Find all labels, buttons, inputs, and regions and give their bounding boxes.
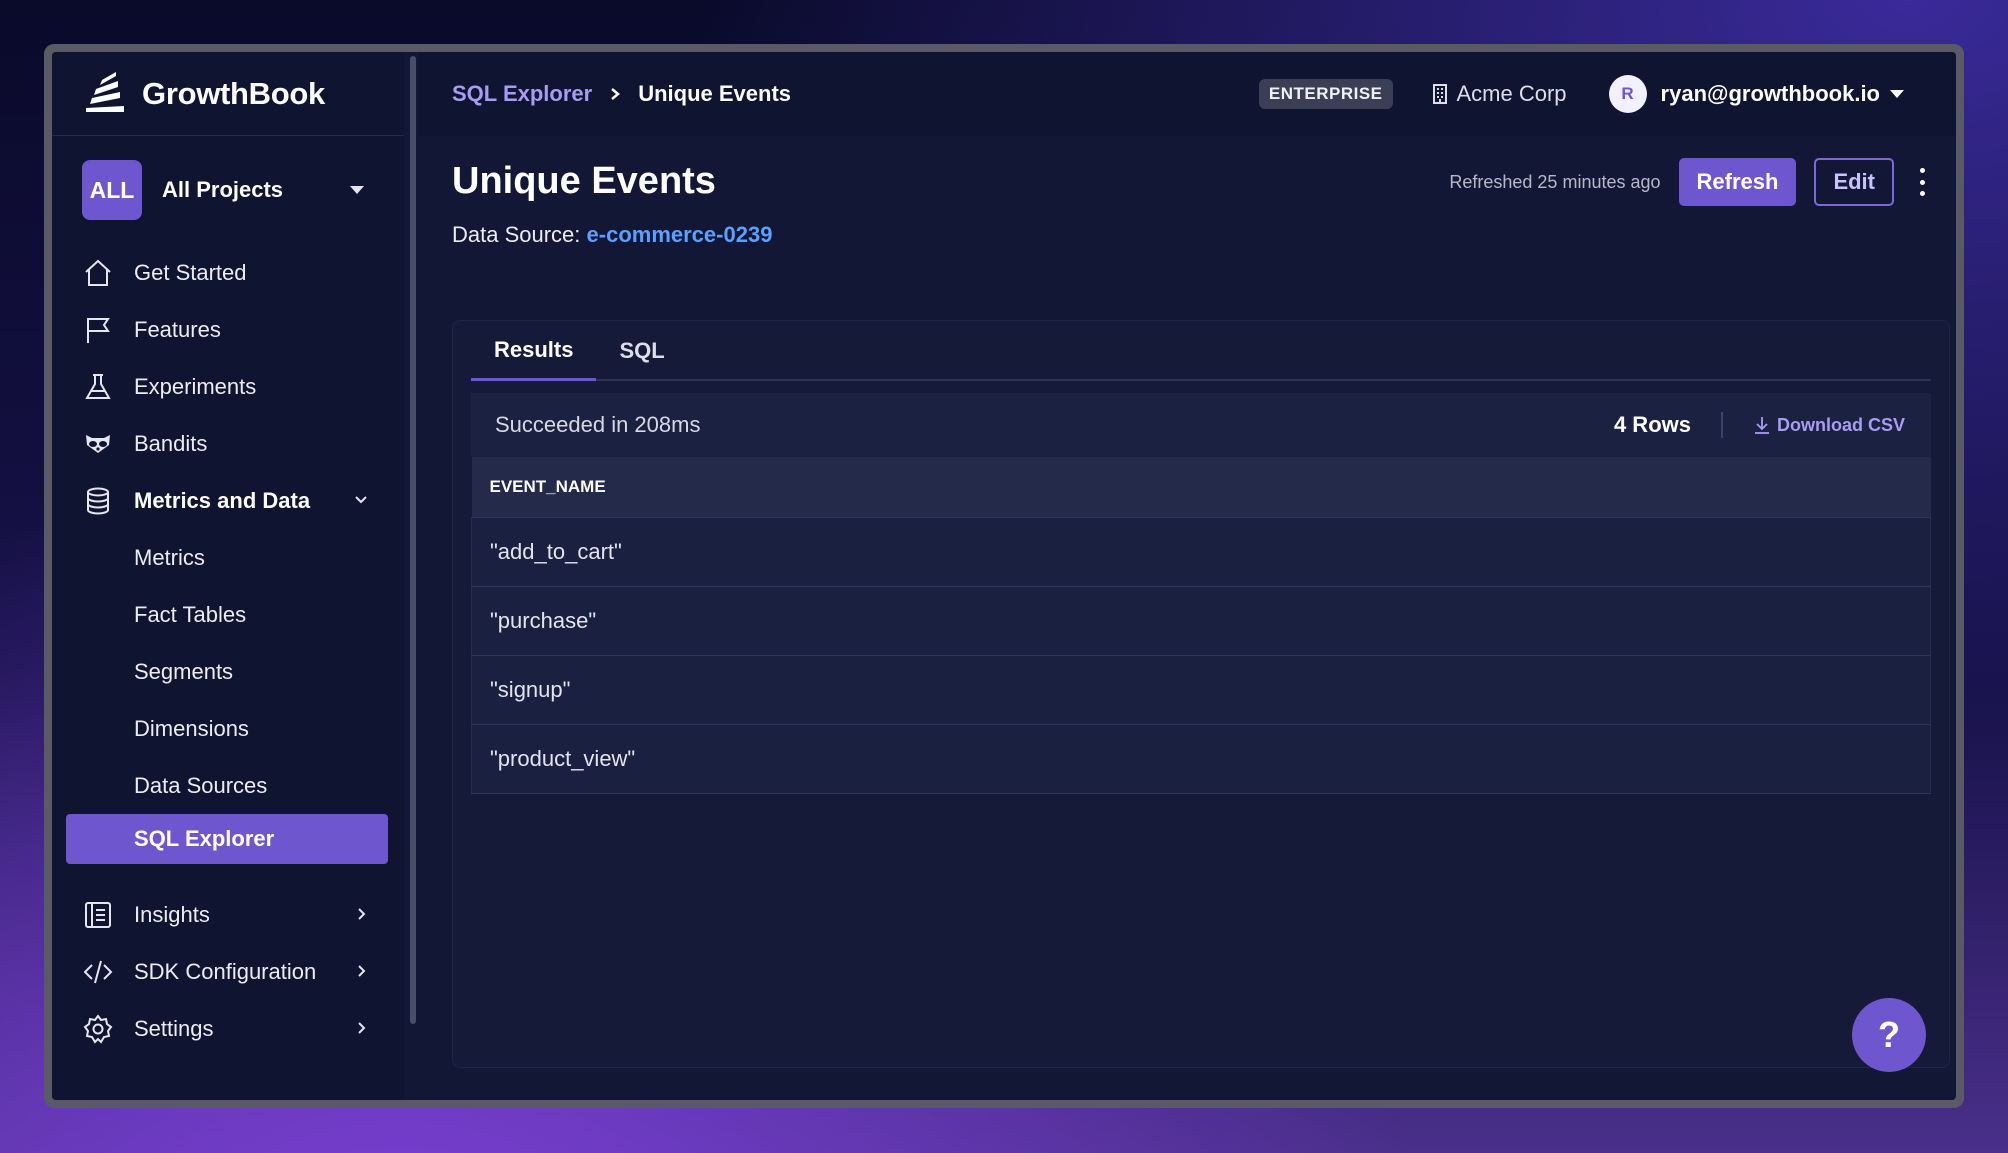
sidebar-item-settings[interactable]: Settings xyxy=(52,1000,404,1057)
sidebar-item-label: Get Started xyxy=(134,259,247,285)
flag-icon xyxy=(82,314,114,346)
chevron-right-icon xyxy=(358,965,366,977)
help-button[interactable]: ? xyxy=(1852,998,1926,1072)
data-source-line: Data Source: e-commerce-0239 xyxy=(452,222,772,248)
table-row: "product_view" xyxy=(471,724,1931,794)
app-window: GrowthBook ALL All Projects Get Started xyxy=(52,52,1956,1100)
results-header-right: 4 Rows Download CSV xyxy=(1614,393,1905,457)
sidebar-subitem-dimensions[interactable]: Dimensions xyxy=(52,700,404,757)
chevron-right-icon xyxy=(358,1022,366,1034)
divider xyxy=(1720,412,1723,438)
page-title: Unique Events xyxy=(452,160,716,202)
code-icon xyxy=(82,956,114,988)
results-header: Succeeded in 208ms 4 Rows Download CSV xyxy=(471,393,1931,457)
sidebar-item-label: SDK Configuration xyxy=(134,958,317,984)
query-panel: Results SQL Succeeded in 208ms 4 Rows Do… xyxy=(452,320,1950,1068)
download-csv-label: Download CSV xyxy=(1776,414,1905,435)
main-content: Unique Events Data Source: e-commerce-02… xyxy=(418,136,1956,1100)
sidebar-nav: Get Started Features Experiments Bandits… xyxy=(52,244,404,1057)
chevron-down-icon xyxy=(355,496,367,504)
topbar-right: ENTERPRISE Acme Corp R ryan@growthbook.i… xyxy=(1258,52,1904,136)
plan-badge: ENTERPRISE xyxy=(1258,79,1393,109)
chevron-down-icon xyxy=(350,186,364,194)
flask-icon xyxy=(82,371,114,403)
user-menu[interactable]: R ryan@growthbook.io xyxy=(1608,75,1904,113)
sidebar-item-insights[interactable]: Insights xyxy=(52,886,404,943)
chevron-right-icon xyxy=(611,88,621,100)
sidebar-item-label: Metrics and Data xyxy=(134,487,311,513)
org-selector[interactable]: Acme Corp xyxy=(1431,81,1567,107)
sidebar-subitem-segments[interactable]: Segments xyxy=(52,643,404,700)
table-header-row: EVENT_NAME xyxy=(471,457,1931,518)
download-csv-link[interactable]: Download CSV xyxy=(1753,415,1905,436)
sidebar-item-sdk-configuration[interactable]: SDK Configuration xyxy=(52,943,404,1000)
data-source-link[interactable]: e-commerce-0239 xyxy=(587,222,773,247)
sidebar-subitem-fact-tables[interactable]: Fact Tables xyxy=(52,586,404,643)
chevron-down-icon xyxy=(1890,90,1904,98)
table-cell: "purchase" xyxy=(471,586,1931,656)
sidebar-item-features[interactable]: Features xyxy=(52,301,404,358)
gear-icon xyxy=(82,1013,114,1045)
breadcrumb-sql-explorer[interactable]: SQL Explorer xyxy=(452,81,592,107)
table-cell: "product_view" xyxy=(471,724,1931,794)
sidebar-subitem-sql-explorer[interactable]: SQL Explorer xyxy=(66,814,388,864)
sidebar-item-label: Bandits xyxy=(134,430,208,456)
download-icon xyxy=(1754,417,1769,434)
more-options-icon[interactable] xyxy=(1916,168,1928,196)
sidebar-item-get-started[interactable]: Get Started xyxy=(52,244,404,301)
results-section: Succeeded in 208ms 4 Rows Download CSV E… xyxy=(471,393,1931,794)
data-source-label: Data Source: xyxy=(452,222,581,247)
table-cell: "add_to_cart" xyxy=(471,517,1931,587)
project-badge: ALL xyxy=(82,160,142,220)
sidebar-item-label: Insights xyxy=(134,901,210,927)
sidebar-item-label: Settings xyxy=(134,1015,214,1041)
table-row: "signup" xyxy=(471,655,1931,725)
sidebar: GrowthBook ALL All Projects Get Started xyxy=(52,52,404,1100)
sidebar-item-bandits[interactable]: Bandits xyxy=(52,415,404,472)
raccoon-icon xyxy=(82,428,114,460)
window-frame: GrowthBook ALL All Projects Get Started xyxy=(44,44,1964,1108)
query-status: Succeeded in 208ms xyxy=(495,412,701,437)
refresh-button[interactable]: Refresh xyxy=(1678,158,1797,206)
growthbook-logo-icon xyxy=(86,71,124,112)
brand-name: GrowthBook xyxy=(142,75,325,111)
rows-count: 4 Rows xyxy=(1613,412,1691,437)
sidebar-item-label: Features xyxy=(134,316,221,342)
brand-logo-row[interactable]: GrowthBook xyxy=(52,52,404,136)
sidebar-item-label: Experiments xyxy=(134,373,257,399)
avatar: R xyxy=(1608,75,1647,113)
project-selector[interactable]: ALL All Projects xyxy=(52,136,404,220)
refreshed-timestamp: Refreshed 25 minutes ago xyxy=(1449,171,1661,192)
sidebar-subitem-metrics[interactable]: Metrics xyxy=(52,529,404,586)
sidebar-subitem-data-sources[interactable]: Data Sources xyxy=(52,757,404,814)
edit-button[interactable]: Edit xyxy=(1814,158,1894,206)
database-icon xyxy=(82,485,114,517)
sidebar-item-experiments[interactable]: Experiments xyxy=(52,358,404,415)
sidebar-scrollbar[interactable] xyxy=(410,56,416,1024)
sidebar-item-metrics-and-data[interactable]: Metrics and Data xyxy=(52,472,404,529)
project-name: All Projects xyxy=(162,177,284,202)
table-row: "purchase" xyxy=(471,586,1931,656)
tab-sql[interactable]: SQL xyxy=(596,321,687,381)
user-email: ryan@growthbook.io xyxy=(1660,81,1880,106)
org-name: Acme Corp xyxy=(1456,81,1567,106)
breadcrumb-current: Unique Events xyxy=(638,81,792,106)
topbar: SQL Explorer Unique Events ENTERPRISE Ac… xyxy=(418,52,1956,136)
notebook-icon xyxy=(82,899,114,931)
tab-results[interactable]: Results xyxy=(471,321,597,381)
chevron-right-icon xyxy=(358,908,366,920)
tab-bar: Results SQL xyxy=(471,321,1931,381)
building-icon xyxy=(1432,84,1447,104)
table-row: "add_to_cart" xyxy=(471,517,1931,587)
results-table: EVENT_NAME "add_to_cart" "purchase" "sig… xyxy=(471,457,1931,794)
page-actions: Refreshed 25 minutes ago Refresh Edit xyxy=(1449,158,1928,206)
column-header: EVENT_NAME xyxy=(471,457,1931,518)
table-cell: "signup" xyxy=(471,655,1931,725)
home-icon xyxy=(82,257,114,289)
